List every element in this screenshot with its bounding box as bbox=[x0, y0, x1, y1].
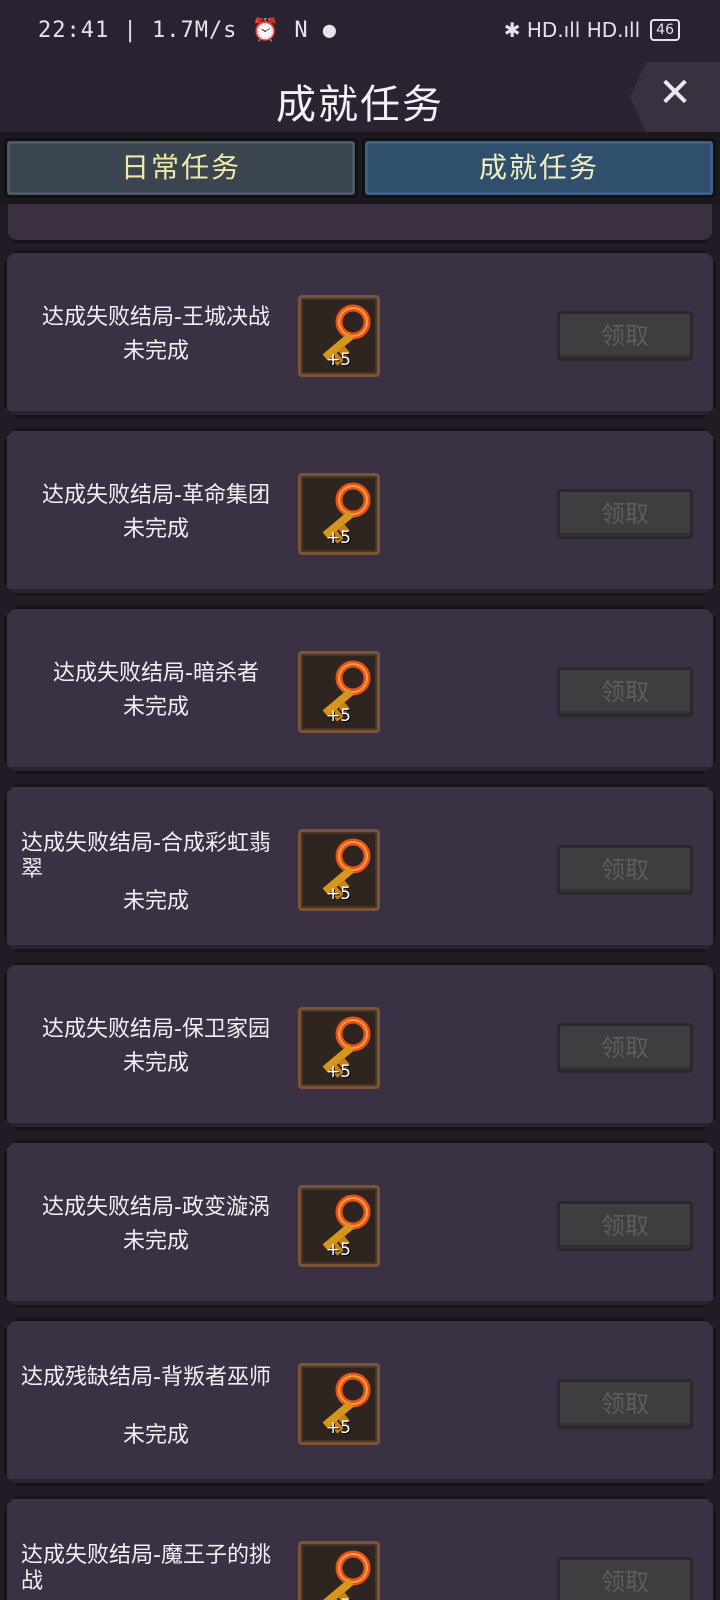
reward-count: +5 bbox=[325, 528, 351, 548]
reward-slot: +5 bbox=[298, 651, 380, 733]
tab-achievement[interactable]: 成就任务 bbox=[362, 138, 716, 198]
task-card: 达成失败结局-王城决战 未完成 +5 领取 bbox=[4, 250, 716, 418]
reward-count: +5 bbox=[325, 1062, 351, 1082]
task-status: 未完成 bbox=[122, 517, 189, 542]
task-title: 达成失败结局-政变漩涡 bbox=[42, 1195, 270, 1220]
claim-button[interactable]: 领取 bbox=[557, 1379, 693, 1429]
task-card: 达成失败结局-政变漩涡 未完成 +5 领取 bbox=[4, 1140, 716, 1308]
claim-button[interactable]: 领取 bbox=[557, 311, 693, 361]
status-icons: ✱ HD.ıll HD.ıll 46 bbox=[504, 18, 680, 42]
status-bar: 22:41 | 1.7M/s ⏰ N ● ✱ HD.ıll HD.ıll 46 bbox=[0, 0, 720, 62]
list-top-edge bbox=[8, 204, 712, 243]
reward-slot: +5 bbox=[298, 1541, 380, 1600]
task-list[interactable]: 达成失败结局-王城决战 未完成 +5 领取 达成失败结局-革命集团 未完成 +5 领取 达成失败… bbox=[0, 204, 720, 1600]
task-card: 达成失败结局-暗杀者 未完成 +5 领取 bbox=[4, 606, 716, 774]
battery-icon: 46 bbox=[650, 19, 680, 41]
reward-count: +5 bbox=[325, 1418, 351, 1438]
task-title: 达成失败结局-保卫家园 bbox=[42, 1017, 270, 1042]
task-status: 未完成 bbox=[122, 1229, 189, 1254]
task-title: 达成失败结局-魔王子的挑战 bbox=[21, 1543, 271, 1594]
claim-button[interactable]: 领取 bbox=[557, 489, 693, 539]
reward-slot: +5 bbox=[298, 1363, 380, 1445]
task-status: 未完成 bbox=[21, 1595, 291, 1600]
claim-button[interactable]: 领取 bbox=[557, 667, 693, 717]
reward-slot: +5 bbox=[298, 829, 380, 911]
title-bar: 成就任务 ✕ bbox=[0, 62, 720, 132]
close-icon: ✕ bbox=[658, 70, 692, 116]
task-card: 达成失败结局-保卫家园 未完成 +5 领取 bbox=[4, 962, 716, 1130]
reward-slot: +5 bbox=[298, 1007, 380, 1089]
task-card: 达成失败结局-合成彩虹翡翠未完成 +5 领取 bbox=[4, 784, 716, 952]
signal-icon: ✱ HD.ıll HD.ıll bbox=[503, 18, 641, 42]
reward-slot: +5 bbox=[298, 473, 380, 555]
reward-slot: +5 bbox=[298, 1185, 380, 1267]
reward-slot: +5 bbox=[298, 295, 380, 377]
tab-daily[interactable]: 日常任务 bbox=[4, 138, 358, 198]
task-status: 未完成 bbox=[122, 1423, 189, 1448]
claim-button[interactable]: 领取 bbox=[557, 1557, 693, 1600]
reward-count: +5 bbox=[325, 350, 351, 370]
task-status: 未完成 bbox=[122, 889, 189, 914]
status-time: 22:41 | 1.7M/s ⏰ N ● bbox=[38, 18, 338, 43]
task-status: 未完成 bbox=[122, 695, 189, 720]
close-button[interactable]: ✕ bbox=[630, 62, 720, 132]
task-title: 达成失败结局-王城决战 bbox=[42, 305, 270, 330]
claim-button[interactable]: 领取 bbox=[557, 1201, 693, 1251]
task-title: 达成失败结局-暗杀者 bbox=[53, 661, 259, 686]
reward-count: +5 bbox=[325, 1240, 351, 1260]
task-card: 达成失败结局-革命集团 未完成 +5 领取 bbox=[4, 428, 716, 596]
tab-bar: 日常任务 成就任务 bbox=[0, 132, 720, 204]
task-card: 达成失败结局-魔王子的挑战未完成 +5 领取 bbox=[4, 1496, 716, 1600]
reward-count: +5 bbox=[326, 1596, 351, 1600]
claim-button[interactable]: 领取 bbox=[557, 845, 693, 895]
task-status: 未完成 bbox=[122, 339, 189, 364]
reward-count: +5 bbox=[325, 884, 351, 904]
task-status: 未完成 bbox=[122, 1051, 189, 1076]
task-title: 达成失败结局-革命集团 bbox=[42, 483, 270, 508]
claim-button[interactable]: 领取 bbox=[557, 1023, 693, 1073]
task-title: 达成残缺结局-背叛者巫师 bbox=[21, 1365, 271, 1390]
task-title: 达成失败结局-合成彩虹翡翠 bbox=[21, 831, 271, 882]
page-title: 成就任务 bbox=[276, 82, 444, 128]
task-card: 达成残缺结局-背叛者巫师未完成 +5 领取 bbox=[4, 1318, 716, 1486]
reward-count: +5 bbox=[325, 706, 351, 726]
